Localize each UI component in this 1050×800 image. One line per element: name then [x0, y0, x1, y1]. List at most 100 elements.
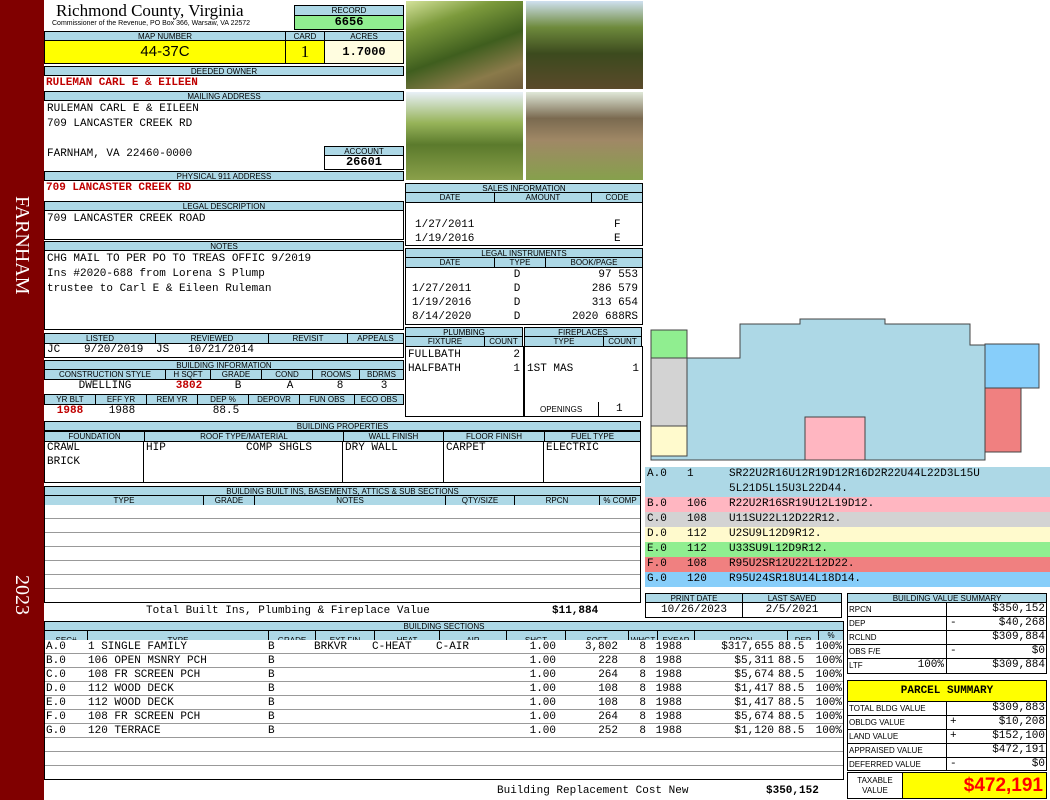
- card-number: 1: [285, 40, 325, 64]
- section-cell-sqft: 108: [598, 696, 618, 709]
- section-cell-air: [434, 682, 500, 696]
- bldg-value-label: TOTAL BLDG VALUE: [849, 704, 926, 713]
- reviewed-by: JS: [156, 344, 170, 356]
- builtins-total-label: Total Built Ins, Plumbing & Fireplace Va…: [146, 605, 430, 617]
- properties-divider: [143, 441, 144, 483]
- taxable-value: $472,191: [902, 772, 1047, 799]
- table-row: E.0 112 WOOD DECK B 1.00 108 8 1988 $1,417 88.5 1…: [44, 696, 844, 710]
- section-cell-ext: [312, 682, 370, 696]
- section-cell-type: 1 SINGLE FAMILY: [88, 640, 188, 653]
- table-row: HALFBATH 1: [408, 362, 520, 375]
- building-info-row-1: DWELLING 3802 B A 8 3: [78, 379, 388, 392]
- section-cell-whgt: 8: [639, 668, 646, 681]
- section-cell-eyear: 1988: [655, 710, 682, 723]
- land-value: $152,100: [992, 730, 1045, 742]
- section-cell-eyear: 1988: [655, 654, 682, 667]
- section-cell-ext: [312, 668, 370, 682]
- section-cell-heat: [370, 668, 434, 682]
- mailing-address-label: MAILING ADDRESS: [44, 91, 404, 101]
- foundation-2: BRICK: [47, 456, 81, 468]
- section-cell-whgt: 8: [639, 724, 646, 737]
- fireplaces-table: 1ST MAS 1: [525, 362, 641, 376]
- section-cell-comp: 100%: [815, 668, 842, 681]
- sketch-line: D.0 112 U2SU9L12D9R12.: [645, 527, 1050, 542]
- section-cell-dep: 88.5: [778, 668, 805, 681]
- sales-row-2-date: 1/19/2016: [415, 233, 475, 245]
- section-cell-eyear: 1988: [655, 668, 682, 681]
- section-cell-dep: 88.5: [778, 724, 805, 737]
- table-row: B.0 106 OPEN MSNRY PCH B 1.00 228 8 1988 $5,311…: [44, 654, 844, 668]
- section-cell-sqft: 264: [598, 668, 618, 681]
- section-cell-sec: F.0: [46, 710, 66, 723]
- section-cell-sec: E.0: [46, 696, 66, 709]
- section-cell-air: [434, 668, 500, 682]
- obldg-value: $10,208: [998, 716, 1045, 728]
- section-cell-ext: [312, 724, 370, 738]
- section-cell-heat: [370, 710, 434, 724]
- table-row: F.0 108 FR SCREEN PCH B 1.00 264 8 1988 $5,674 8…: [44, 710, 844, 724]
- physical-address-label: PHYSICAL 911 ADDRESS: [44, 171, 404, 181]
- rpcn-label: RPCN: [849, 605, 872, 614]
- section-cell-heat: [370, 724, 434, 738]
- section-cell-whgt: 8: [639, 710, 646, 723]
- mailing-line-3: FARNHAM, VA 22460-0000: [47, 148, 193, 160]
- fuel-type: ELECTRIC: [546, 442, 599, 454]
- reviewed-label: REVIEWED: [155, 333, 269, 344]
- obldg-value-label: OBLDG VALUE: [849, 718, 905, 727]
- foundation-1: CRAWL: [47, 442, 81, 454]
- section-cell-sqft: 228: [598, 654, 618, 667]
- roof-type: HIP: [146, 442, 166, 454]
- obs-label: OBS F/E: [849, 647, 881, 656]
- instruments-table: D 97 553 1/27/2011 D 286 579 1/19/2016 D 313 …: [410, 268, 640, 324]
- section-cell-shgt: 1.00: [529, 654, 556, 667]
- listed-by: JC: [47, 344, 61, 356]
- section-cell-grade: B: [268, 682, 275, 695]
- section-cell-dep: 88.5: [778, 654, 805, 667]
- sketch-line: B.0 106 R22U2R16SR19U12L19D12.: [645, 497, 1050, 512]
- section-cell-sec: G.0: [46, 724, 66, 737]
- sketch-line: F.0 108 R95U2SR12U22L12D22.: [645, 557, 1050, 572]
- section-cell-grade: B: [268, 640, 275, 653]
- section-cell-air: [434, 710, 500, 724]
- sketch-legend: A.0 1 SR22U2R16U12R19D12R16D2R22U44L22D3…: [645, 467, 1050, 589]
- county-title: Richmond County, Virginia: [56, 1, 244, 20]
- sidebar-year: 2023: [11, 575, 33, 615]
- brcn-value: $350,152: [766, 785, 819, 797]
- openings-label: OPENINGS: [540, 405, 583, 414]
- acres-value: 1.7000: [324, 40, 404, 64]
- listed-date: 9/20/2019: [84, 344, 144, 356]
- section-cell-dep: 88.5: [778, 696, 805, 709]
- commissioner-address: Commissioner of the Revenue, PO Box 366,…: [52, 20, 251, 27]
- section-cell-comp: 100%: [815, 696, 842, 709]
- section-cell-whgt: 8: [639, 640, 646, 653]
- section-cell-type: 112 WOOD DECK: [88, 682, 174, 695]
- land-value-label: LAND VALUE: [849, 732, 899, 741]
- notes-box: [44, 250, 404, 330]
- rpcn-value: $350,152: [992, 603, 1045, 615]
- section-cell-type: 112 WOOD DECK: [88, 696, 174, 709]
- sketch-line: 5L21D5L15U3L22D44.: [645, 482, 1050, 497]
- section-cell-sec: A.0: [46, 640, 66, 653]
- taxable-label-box: TAXABLE VALUE: [847, 772, 903, 799]
- taxable-label-2: VALUE: [862, 786, 888, 795]
- section-cell-comp: 100%: [815, 710, 842, 723]
- openings-value: 1: [616, 403, 623, 415]
- print-date: 10/26/2023: [645, 602, 743, 618]
- section-cell-whgt: 8: [639, 682, 646, 695]
- properties-title: BUILDING PROPERTIES: [44, 421, 641, 431]
- rclnd-value: $309,884: [992, 631, 1045, 643]
- section-cell-sec: B.0: [46, 654, 66, 667]
- sketch-line: A.0 1 SR22U2R16U12R19D12R16D2R22U44L22D3…: [645, 467, 1050, 482]
- section-cell-dep: 88.5: [778, 640, 805, 653]
- sales-row-1-date: 1/27/2011: [415, 219, 475, 231]
- mailing-line-2: 709 LANCASTER CREEK RD: [47, 118, 193, 130]
- dep-value: $40,268: [998, 617, 1045, 629]
- appeals-label: APPEALS: [347, 333, 404, 344]
- appraised-value: $472,191: [992, 744, 1045, 756]
- table-row: D.0 112 WOOD DECK B 1.00 108 8 1988 $1,417 88.5 1…: [44, 682, 844, 696]
- table-row: C.0 108 FR SCREEN PCH B 1.00 264 8 1988 $5,674 8…: [44, 668, 844, 682]
- section-cell-eyear: 1988: [655, 696, 682, 709]
- deeded-owner-label: DEEDED OWNER: [44, 66, 404, 76]
- section-cell-grade: B: [268, 668, 275, 681]
- revisit-label: REVISIT: [268, 333, 348, 344]
